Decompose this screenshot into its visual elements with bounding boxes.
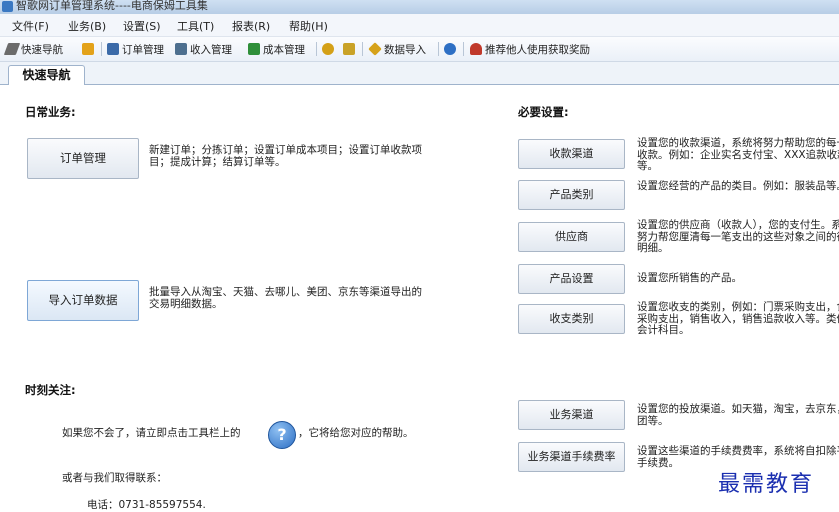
- toolbar-data-import-button[interactable]: 数据导入: [368, 41, 426, 57]
- toolbar-help-button[interactable]: [444, 41, 459, 57]
- title-bar: 智歌网订单管理系统----电商保姆工具集: [0, 0, 839, 14]
- product-settings-button[interactable]: 产品设置: [518, 264, 625, 294]
- supplier-description: 设置您的供应商（收款人），您的支付生。系统将努力帮您厘清每一笔支出的这些对象之间…: [637, 219, 839, 254]
- toolbar-quick-nav-label: 快速导航: [21, 43, 63, 56]
- tab-quick-nav[interactable]: 快速导航: [8, 65, 85, 85]
- income-expense-category-description: 设置您收支的类别，例如：门票采购支出，食品采购支出，销售收入，销售追款收入等。类…: [637, 301, 839, 336]
- window-title: 智歌网订单管理系统----电商保姆工具集: [16, 0, 208, 12]
- import-icon: [368, 42, 382, 56]
- menu-bar: 文件(F) 业务(B) 设置(S) 工具(T) 报表(R) 帮助(H): [0, 14, 839, 37]
- toolbar-order-management-label: 订单管理: [122, 43, 164, 56]
- toolbar-quick-nav-button[interactable]: 快速导航: [3, 41, 63, 57]
- help-hint-text: 如果您不会了，请立即点击工具栏上的: [62, 427, 241, 439]
- toolbar-money-button[interactable]: [343, 41, 358, 57]
- money-icon: [343, 43, 355, 55]
- watermark-text: 最需教育: [718, 472, 815, 497]
- daily-business-title: 日常业务:: [25, 105, 76, 119]
- toolbar-cost-management-button[interactable]: 成本管理: [248, 41, 305, 57]
- toolbar-note-button[interactable]: [82, 41, 97, 57]
- app-icon: [2, 1, 13, 12]
- help-hint-text-suffix: ，它将给您对应的帮助。: [298, 427, 414, 439]
- supplier-button[interactable]: 供应商: [518, 222, 625, 252]
- menu-business[interactable]: 业务(B): [68, 18, 106, 34]
- contact-phone: 电话：0731-85597554.: [87, 499, 206, 511]
- help-icon: [444, 43, 456, 55]
- toolbar-separator: [463, 42, 464, 56]
- menu-settings[interactable]: 设置(S): [123, 18, 161, 34]
- menu-reports[interactable]: 报表(R): [232, 18, 270, 34]
- contact-text: 或者与我们取得联系：: [62, 472, 167, 484]
- pen-icon: [3, 43, 21, 55]
- menu-file[interactable]: 文件(F): [12, 18, 49, 34]
- business-channel-description: 设置您的投放渠道。如天猫，淘宝，去京东，美团等。: [637, 403, 839, 427]
- toolbar-income-management-label: 收入管理: [190, 43, 232, 56]
- chart-icon: [248, 43, 260, 55]
- toolbar-referral-button[interactable]: 推荐他人使用获取奖励: [470, 41, 590, 57]
- income-expense-category-button[interactable]: 收支类别: [518, 304, 625, 334]
- attention-title: 时刻关注:: [25, 383, 76, 397]
- toolbar-separator: [362, 42, 363, 56]
- toolbar-referral-label: 推荐他人使用获取奖励: [485, 43, 590, 56]
- menu-help[interactable]: 帮助(H): [289, 18, 328, 34]
- coins-icon: [322, 43, 334, 55]
- toolbar-income-management-button[interactable]: 收入管理: [175, 41, 232, 57]
- people-icon: [470, 43, 482, 55]
- toolbar-separator: [438, 42, 439, 56]
- import-orders-description: 批量导入从淘宝、天猫、去哪儿、美团、京东等渠道导出的交易明细数据。: [149, 286, 422, 310]
- payment-channel-button[interactable]: 收款渠道: [518, 139, 625, 169]
- required-settings-title: 必要设置:: [518, 105, 569, 119]
- toolbar-coins-button[interactable]: [322, 41, 337, 57]
- help-icon[interactable]: ?: [268, 421, 296, 449]
- register-icon: [175, 43, 187, 55]
- toolbar-separator: [316, 42, 317, 56]
- order-management-button[interactable]: 订单管理: [27, 138, 139, 179]
- note-icon: [82, 43, 94, 55]
- payment-channel-description: 设置您的收款渠道，系统将努力帮助您的每一笔收款。例如：企业实名支付宝、XXX追款…: [637, 137, 839, 172]
- import-orders-button[interactable]: 导入订单数据: [27, 280, 139, 321]
- toolbar-order-management-button[interactable]: 订单管理: [107, 41, 164, 57]
- toolbar-data-import-label: 数据导入: [384, 43, 426, 56]
- product-category-button[interactable]: 产品类别: [518, 180, 625, 210]
- tab-strip: 快速导航: [0, 62, 839, 85]
- toolbar-cost-management-label: 成本管理: [263, 43, 305, 56]
- order-management-description: 新建订单；分拣订单；设置订单成本项目；设置订单收款项目；提成计算；结算订单等。: [149, 144, 422, 168]
- menu-tools[interactable]: 工具(T): [177, 18, 214, 34]
- product-settings-description: 设置您所销售的产品。: [637, 272, 742, 284]
- grid-icon: [107, 43, 119, 55]
- product-category-description: 设置您经营的产品的类目。例如：服装品等。: [637, 180, 839, 192]
- toolbar-separator: [101, 42, 102, 56]
- business-channel-button[interactable]: 业务渠道: [518, 400, 625, 430]
- channel-fee-rate-button[interactable]: 业务渠道手续费率: [518, 442, 625, 472]
- toolbar: 快速导航 订单管理 收入管理 成本管理 数据导入 推荐他人使用获取奖励: [0, 37, 839, 62]
